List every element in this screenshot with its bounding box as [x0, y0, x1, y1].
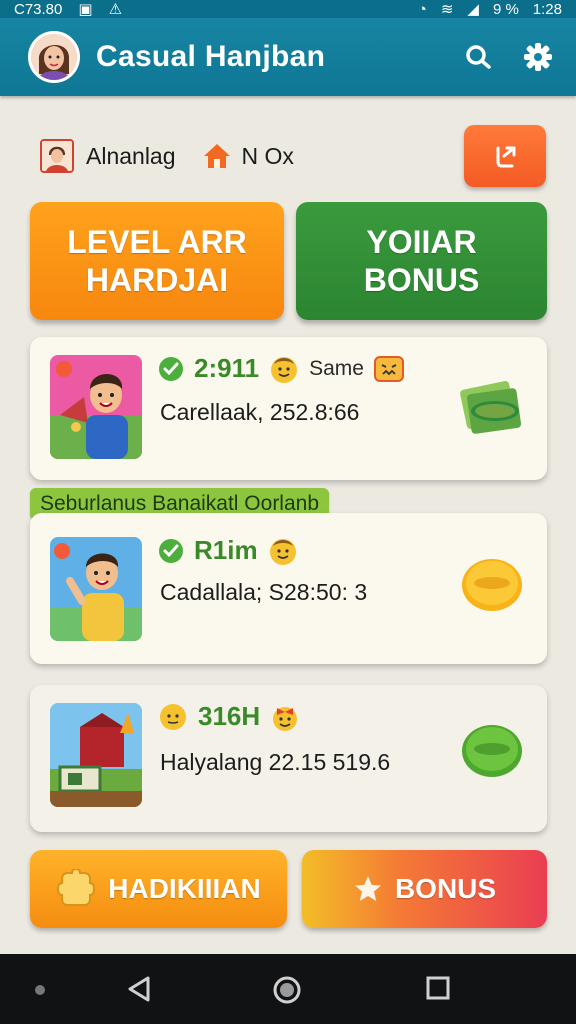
status-bar: C73.80 ▣ ⚠ ◔ ≋ ◢ 9 % 1:28 — [0, 0, 576, 18]
share-icon — [496, 146, 516, 168]
card-header: R1im — [158, 535, 298, 566]
treasure-cart-thumbnail-icon — [50, 703, 142, 807]
card-subtitle: Carellaak, 252.8:66 — [160, 399, 360, 425]
home-icon — [203, 144, 230, 168]
check-icon — [159, 356, 183, 381]
card-subtitle: Halyalang 22.15 519.6 — [160, 749, 391, 775]
game-card[interactable]: 316H Halyalang 22.15 519.6 — [30, 685, 547, 832]
home-chip[interactable]: N Ox — [202, 142, 294, 170]
puzzle-icon — [57, 869, 96, 906]
search-icon[interactable] — [462, 41, 494, 73]
settings-icon[interactable] — [522, 41, 554, 73]
card-stat: R1im — [194, 535, 258, 565]
info-row: Alnanlag N Ox — [40, 125, 546, 187]
bonus-button[interactable]: YOIIAR BONUS — [296, 202, 547, 320]
app-bar: Casual Hanjban — [0, 18, 576, 96]
warning-icon: ⚠ — [108, 1, 123, 18]
app-title: Casual Hanjban — [96, 40, 326, 73]
alarm-icon: ◔ — [417, 0, 427, 18]
notification-icon: ▣ — [78, 1, 93, 18]
avatar[interactable] — [28, 31, 80, 83]
bonus-bottom-label: BONUS — [394, 873, 497, 904]
angry-face-icon — [373, 355, 404, 382]
back-icon[interactable] — [124, 974, 154, 1004]
hadikiiian-button[interactable]: HADIKIIIAN — [30, 850, 287, 928]
smiley-face-icon — [271, 356, 298, 383]
card-tag: Same — [309, 356, 364, 380]
gold-coin-icon[interactable] — [455, 553, 529, 613]
card-stat: 316H — [198, 701, 261, 731]
battery-percent: 9 % — [492, 0, 519, 18]
home-label: N Ox — [241, 142, 294, 169]
status-time-text: C73.80 — [14, 0, 63, 18]
clock: 1:28 — [532, 0, 562, 18]
assistant-dot-icon[interactable] — [35, 985, 45, 995]
home-button-icon[interactable] — [271, 974, 303, 1006]
user-chip[interactable]: Alnanlag — [40, 139, 176, 173]
card-subtitle: Cadallala; S28:50: 3 — [160, 579, 368, 605]
card-header: 316H — [158, 701, 300, 732]
game-card[interactable]: 2:911 Same Carellaak, 252.8:66 — [30, 337, 547, 480]
green-gem-icon[interactable] — [455, 719, 529, 779]
bonus-bottom-button[interactable]: BONUS — [302, 850, 547, 928]
bow-face-icon — [273, 706, 298, 731]
hadikiiian-label: HADIKIIIAN — [108, 873, 261, 904]
signal-icon: ◢ — [467, 1, 479, 18]
check-icon — [159, 538, 183, 563]
user-portrait-icon — [40, 139, 74, 173]
wifi-icon: ≋ — [440, 1, 454, 18]
navigation-bar — [0, 954, 576, 1024]
star-icon — [354, 876, 381, 901]
card-header: 2:911 Same — [158, 353, 404, 384]
cash-reward-icon[interactable] — [455, 377, 529, 437]
user-label: Alnanlag — [86, 142, 176, 169]
smiley-face-icon — [160, 703, 186, 730]
card-stat: 2:911 — [194, 353, 260, 383]
level-button[interactable]: LEVEL ARR HARDJAI — [30, 202, 284, 320]
game-card[interactable]: R1im Cadallala; S28:50: 3 — [30, 513, 547, 664]
waving-boy-thumbnail-icon — [50, 537, 142, 641]
boy-thumbnail-icon — [50, 355, 142, 459]
share-button[interactable] — [464, 125, 546, 187]
smiley-face-icon — [269, 538, 296, 565]
recent-apps-icon[interactable] — [426, 976, 450, 1000]
